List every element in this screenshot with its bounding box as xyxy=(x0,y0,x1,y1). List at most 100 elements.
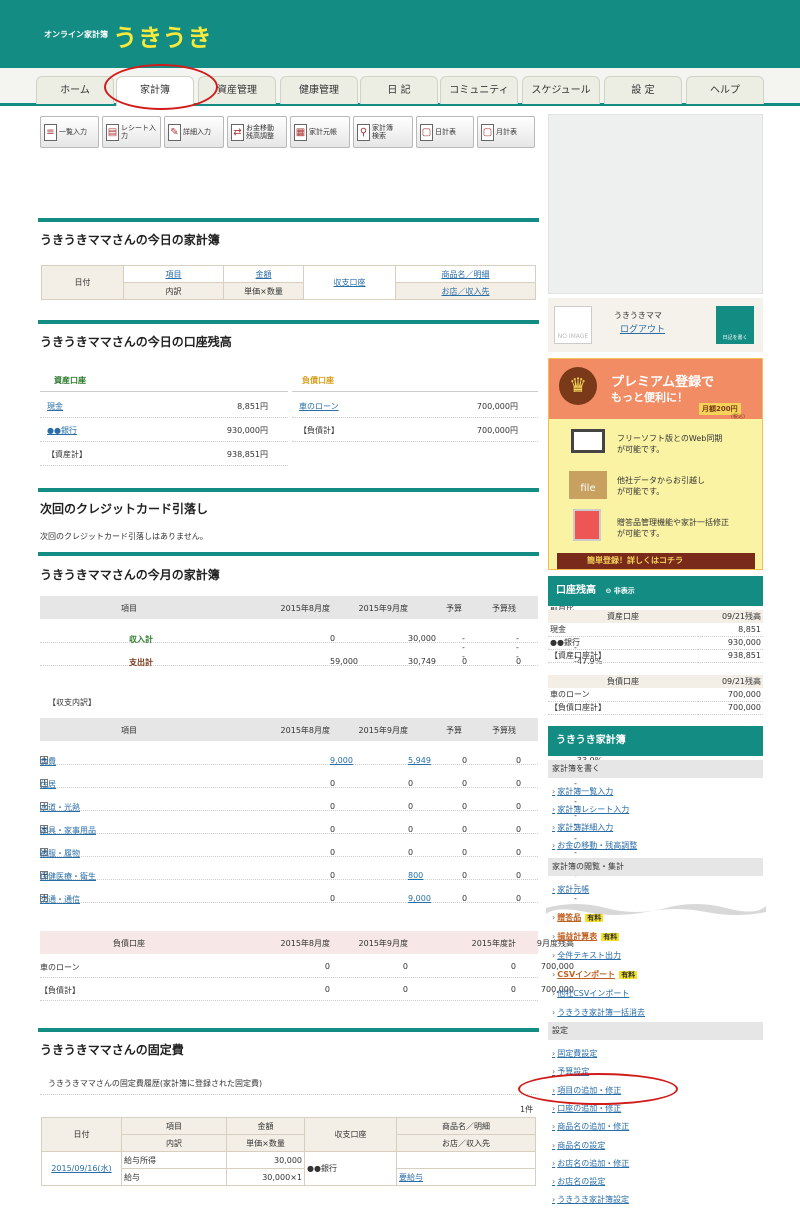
fixed-item: 給与 xyxy=(121,1168,227,1186)
row-label: 【負債計】 xyxy=(40,986,80,995)
hide-toggle[interactable]: ⊖ 非表示 xyxy=(605,587,634,595)
cell-text[interactable]: 9,000 xyxy=(408,894,431,903)
cell-text: 0 xyxy=(516,657,522,666)
row-value: 0 xyxy=(510,985,516,994)
row-value: 938,851 xyxy=(727,651,761,660)
cell-text: 59,000 xyxy=(330,657,358,666)
tool-button-4[interactable]: ▦ 家計元帳 xyxy=(290,116,350,148)
tool-button-5[interactable]: ⚲ 家計簿 検索 xyxy=(353,116,413,148)
balance-value: 930,000円 xyxy=(226,426,268,435)
menu-link-text[interactable]: 贈答品 xyxy=(557,913,581,922)
menu-link[interactable]: お店名の追加・修正 xyxy=(552,1158,629,1169)
menu-group: 家計簿の閲覧・集計 xyxy=(548,858,763,876)
cell-text: 0 xyxy=(462,802,468,811)
tool-label: レシート入力 xyxy=(121,124,156,140)
fixed-amount: 30,000 xyxy=(226,1151,305,1169)
cell-text[interactable]: 5,949 xyxy=(408,756,431,765)
balance-value: 8,851円 xyxy=(237,402,268,411)
cell-text: 0 xyxy=(408,825,414,834)
menu-link: 損益計算表有料 xyxy=(552,931,620,942)
th-unit: 単価×数量 xyxy=(223,282,304,300)
cell-text[interactable]: 9,000 xyxy=(330,756,353,765)
menu-link[interactable]: うきうき家計簿設定 xyxy=(552,1194,629,1205)
annotation-circle xyxy=(104,64,218,110)
table-row: +食費9,0005,94900-33.9% xyxy=(40,742,602,766)
tab-5[interactable]: コミュニティ xyxy=(440,76,518,104)
menu-link-text[interactable]: 全件テキスト出力 xyxy=(557,951,621,960)
diary-btn-label: 日記を書く xyxy=(722,335,748,341)
tool-button-1[interactable]: ▤ レシート入力 xyxy=(102,116,161,148)
menu-link[interactable]: 家計元帳 xyxy=(552,884,589,895)
menu-link[interactable]: 家計簿レシート入力 xyxy=(552,804,629,815)
fixed-date-link[interactable]: 2015/09/16(水) xyxy=(51,1164,111,1173)
fixed-count: 1件 xyxy=(520,1105,534,1114)
tool-icon: ✎ xyxy=(168,123,181,141)
table-row: 【負債口座計】 700,000 xyxy=(548,701,763,714)
balance-name[interactable]: 現金 xyxy=(47,401,63,412)
premium-banner[interactable]: ♛ プレミアム登録で もっと便利に！ 月額200円 (税込) フリーソフト版との… xyxy=(548,358,763,570)
tab-4[interactable]: 日 記 xyxy=(360,76,438,104)
premium-cta-button[interactable]: 簡単登録！詳しくはコチラ xyxy=(557,553,755,569)
cell-text: 0 xyxy=(330,802,336,811)
th-account[interactable]: 収支口座 xyxy=(334,278,366,287)
th-product[interactable]: 商品名／明細 xyxy=(442,270,490,279)
logout-link[interactable]: ログアウト xyxy=(620,322,665,335)
th-store[interactable]: お店／収入先 xyxy=(442,287,490,296)
premium-feature-2: 他社データからお引越し が可能です。 xyxy=(617,476,705,496)
menu-link[interactable]: お店名の設定 xyxy=(552,1176,605,1187)
menu-link-text[interactable]: 他社CSVインポート xyxy=(557,989,629,998)
tool-button-7[interactable]: ▢ 月計表 xyxy=(477,116,535,148)
tab-7[interactable]: 設 定 xyxy=(604,76,682,104)
ft-store: お店／収入先 xyxy=(396,1134,536,1152)
menu-link-text[interactable]: うきうき家計簿一括消去 xyxy=(557,1008,645,1017)
menu-link[interactable]: 商品名の設定 xyxy=(552,1140,605,1151)
balance-name: 【負債計】 xyxy=(299,426,339,435)
tool-button-3[interactable]: ⇄ お金移動 残高調整 xyxy=(227,116,287,148)
balance-title: うきうきママさんの今日の口座残高 xyxy=(40,335,232,349)
paid-badge: 有料 xyxy=(585,914,604,922)
tab-3[interactable]: 健康管理 xyxy=(280,76,358,104)
tool-button-6[interactable]: ▢ 日計表 xyxy=(416,116,474,148)
tab-0[interactable]: ホーム xyxy=(36,76,114,104)
section-bar xyxy=(38,488,539,492)
site-logo[interactable]: うきうき xyxy=(113,18,213,53)
fixed-product-link[interactable]: 要給与 xyxy=(399,1173,423,1182)
row-value: 0 xyxy=(402,985,408,994)
menu-link: 全件テキスト出力 xyxy=(552,950,621,961)
row-value: 8,851 xyxy=(738,624,761,634)
menu-link[interactable]: お金の移動・残高調整 xyxy=(552,840,637,851)
menu-link[interactable]: 家計簿一覧入力 xyxy=(552,786,613,797)
row-label: ●●銀行 xyxy=(550,638,580,647)
cell-text: 30,000 xyxy=(408,634,436,643)
table-row: 【資産口座計】 938,851 xyxy=(548,649,763,662)
cell-text: 0 xyxy=(408,848,414,857)
cell-text[interactable]: 800 xyxy=(408,871,423,880)
cell-text: 0 xyxy=(516,825,522,834)
tab-8[interactable]: ヘルプ xyxy=(686,76,764,104)
balance-name[interactable]: ●●銀行 xyxy=(47,425,77,436)
tool-label: 家計簿 検索 xyxy=(372,124,393,140)
cell-text[interactable]: 交通・通信 xyxy=(40,894,80,905)
th-date: 日付 xyxy=(41,265,124,300)
table-row: 支出計 59,000 30,749 0 0 -47.9% xyxy=(40,643,602,667)
fixed-empty xyxy=(396,1151,536,1169)
row-label: 【資産口座計】 xyxy=(550,651,606,660)
balance-name[interactable]: 車のローン xyxy=(299,401,339,412)
th-amount[interactable]: 金額 xyxy=(256,270,272,279)
balance-row: 車のローン 700,000円 xyxy=(292,396,538,418)
write-diary-button[interactable]: 日記を書く xyxy=(716,306,754,344)
menu-link[interactable]: 家計簿詳細入力 xyxy=(552,822,613,833)
tool-button-2[interactable]: ✎ 詳細入力 xyxy=(164,116,224,148)
ft-amount: 金額 xyxy=(226,1117,305,1135)
credit-note: 次回のクレジットカード引落しはありません。 xyxy=(40,532,208,541)
menu-link-text[interactable]: CSVインポート xyxy=(557,970,615,979)
col-header: 09/21残高 xyxy=(721,677,761,686)
ad-space xyxy=(548,114,763,294)
th-item[interactable]: 項目 xyxy=(166,270,182,279)
menu-link[interactable]: 固定費設定 xyxy=(552,1048,597,1059)
tool-button-0[interactable]: ≡ 一覧入力 xyxy=(40,116,99,148)
tab-6[interactable]: スケジュール xyxy=(522,76,600,104)
menu-link: 贈答品有料 xyxy=(552,912,604,923)
menu-link[interactable]: 商品名の追加・修正 xyxy=(552,1121,629,1132)
menu-link-text[interactable]: 損益計算表 xyxy=(557,932,597,941)
